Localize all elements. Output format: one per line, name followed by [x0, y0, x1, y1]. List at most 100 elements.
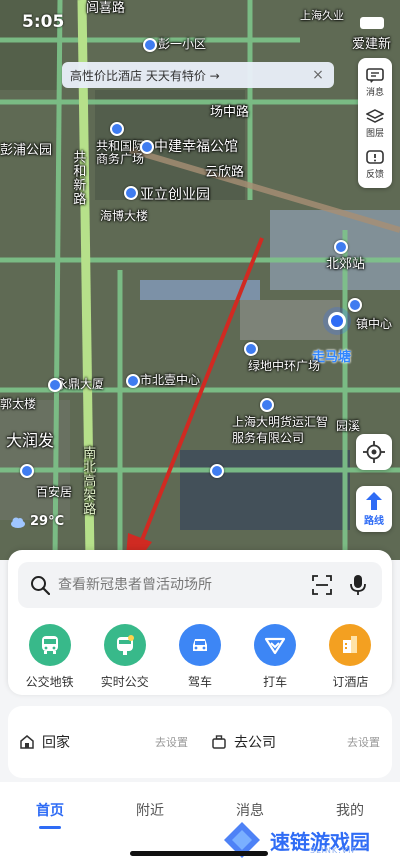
- promo-banner[interactable]: 高性价比酒店 天天有特价 → ×: [62, 62, 334, 88]
- tab-label: 我的: [336, 803, 364, 819]
- hotel-icon: [329, 624, 372, 666]
- scan-icon: [312, 575, 332, 595]
- home-indicator: [130, 851, 268, 856]
- shortcut-card: 回家 去设置 去公司 去设置: [8, 706, 392, 778]
- poi-marker[interactable]: [244, 342, 258, 356]
- message-button[interactable]: 消息: [358, 62, 392, 103]
- map-tools: 消息 图层 反馈: [358, 58, 392, 188]
- briefcase-icon: [212, 735, 226, 749]
- quick-actions: 公交地铁 实时公交 驾车 打车 订酒店: [8, 624, 392, 690]
- weather-widget[interactable]: 29°C: [10, 514, 64, 529]
- status-time: 5:05: [22, 12, 65, 32]
- map-label: 北郊站: [326, 257, 366, 272]
- map-label: 永鼎大厦: [56, 377, 105, 391]
- route-arrow-icon: [366, 491, 382, 510]
- poi-marker[interactable]: [140, 140, 154, 154]
- tab-label: 消息: [236, 803, 264, 819]
- shortcut-home[interactable]: 回家 去设置: [8, 706, 200, 778]
- map-label: 大润发: [6, 431, 55, 450]
- map-label: 彭一小区: [158, 37, 207, 51]
- poi-marker[interactable]: [260, 398, 274, 412]
- poi-marker[interactable]: [124, 186, 138, 200]
- route-label: 路线: [364, 515, 384, 527]
- quick-realtime-bus[interactable]: 实时公交: [90, 624, 160, 690]
- map-label: 共和国际 商务广场: [96, 139, 145, 167]
- quick-label: 打车: [263, 675, 288, 689]
- shortcut-set-link[interactable]: 去设置: [155, 734, 188, 750]
- poi-marker[interactable]: [143, 38, 157, 52]
- car-icon: [178, 624, 221, 666]
- shortcut-work[interactable]: 去公司 去设置: [200, 706, 392, 778]
- map-label: 亚立创业园: [140, 187, 210, 203]
- poi-marker[interactable]: [110, 122, 124, 136]
- tool-label: 消息: [365, 87, 384, 98]
- map-label: 郭太楼: [0, 397, 37, 411]
- quick-label: 订酒店: [332, 675, 369, 689]
- map-label: 镇中心: [356, 317, 393, 331]
- layers-button[interactable]: 图层: [358, 103, 392, 144]
- map-label: 爱建新: [352, 37, 392, 52]
- map-label: 市北壹中心: [140, 373, 201, 387]
- cloud-icon: [11, 517, 25, 528]
- map-label: 园溪: [336, 419, 361, 433]
- close-icon[interactable]: ×: [310, 67, 326, 83]
- microphone-icon: [350, 575, 366, 595]
- bus-icon: [28, 624, 71, 666]
- current-location-dot: [328, 312, 346, 330]
- map-label: 共和新路: [70, 150, 86, 206]
- locate-icon: [363, 441, 385, 463]
- taxi-icon: [254, 624, 297, 666]
- map-label: 云欣路: [205, 165, 245, 180]
- quick-drive[interactable]: 驾车: [165, 624, 235, 690]
- shortcut-label: 回家: [42, 735, 70, 751]
- poi-marker[interactable]: [348, 298, 362, 312]
- map-label: 绿地中环广场: [248, 359, 321, 373]
- map-label: 上海大明货运汇智: [232, 415, 329, 429]
- message-icon: [366, 67, 384, 83]
- poi-marker[interactable]: [48, 378, 62, 392]
- bottom-panel: 公交地铁 实时公交 驾车 打车 订酒店: [8, 550, 392, 695]
- map-label: 服务有限公司: [232, 431, 305, 445]
- poi-marker[interactable]: [20, 464, 34, 478]
- feedback-button[interactable]: 反馈: [358, 144, 392, 185]
- tab-label: 附近: [136, 803, 164, 819]
- realtime-bus-icon: [103, 624, 146, 666]
- weather-temp: 29°C: [30, 514, 65, 529]
- quick-transit[interactable]: 公交地铁: [15, 624, 85, 690]
- tool-label: 反馈: [365, 169, 384, 180]
- poi-marker[interactable]: [334, 240, 348, 254]
- shortcut-label: 去公司: [234, 735, 276, 751]
- search-bar[interactable]: [18, 562, 382, 608]
- tab-home[interactable]: 首页: [0, 782, 100, 865]
- shortcut-set-link[interactable]: 去设置: [347, 734, 380, 750]
- quick-label: 公交地铁: [25, 675, 74, 689]
- map-label: 南北高架路: [80, 446, 96, 516]
- map-label: 彭浦公园: [0, 143, 53, 158]
- map-label: 海博大楼: [100, 209, 149, 223]
- scan-button[interactable]: [310, 573, 334, 597]
- tool-label: 图层: [365, 128, 384, 139]
- search-icon: [31, 576, 50, 595]
- search-input[interactable]: [58, 577, 298, 593]
- layers-icon: [366, 108, 384, 123]
- map-label: 闾喜路: [86, 1, 126, 16]
- promo-text: 高性价比酒店 天天有特价 →: [70, 68, 220, 83]
- voice-button[interactable]: [346, 573, 370, 597]
- map-label: 中建幸福公馆: [154, 139, 238, 155]
- watermark-sub: SLINK.VIP: [310, 846, 358, 855]
- active-tab-indicator: [39, 826, 61, 829]
- quick-hotel[interactable]: 订酒店: [315, 624, 385, 690]
- map-label: 百安居: [36, 485, 73, 499]
- home-icon: [20, 735, 34, 749]
- locate-button[interactable]: [356, 434, 392, 470]
- battery-icon: [360, 17, 384, 29]
- map-label: 场中路: [210, 105, 250, 120]
- quick-label: 实时公交: [100, 675, 149, 689]
- route-button[interactable]: 路线: [356, 486, 392, 532]
- tab-label: 首页: [36, 803, 64, 819]
- quick-label: 驾车: [187, 675, 212, 689]
- feedback-icon: [366, 149, 384, 164]
- poi-marker[interactable]: [126, 374, 140, 388]
- poi-marker[interactable]: [210, 464, 224, 478]
- quick-taxi[interactable]: 打车: [240, 624, 310, 690]
